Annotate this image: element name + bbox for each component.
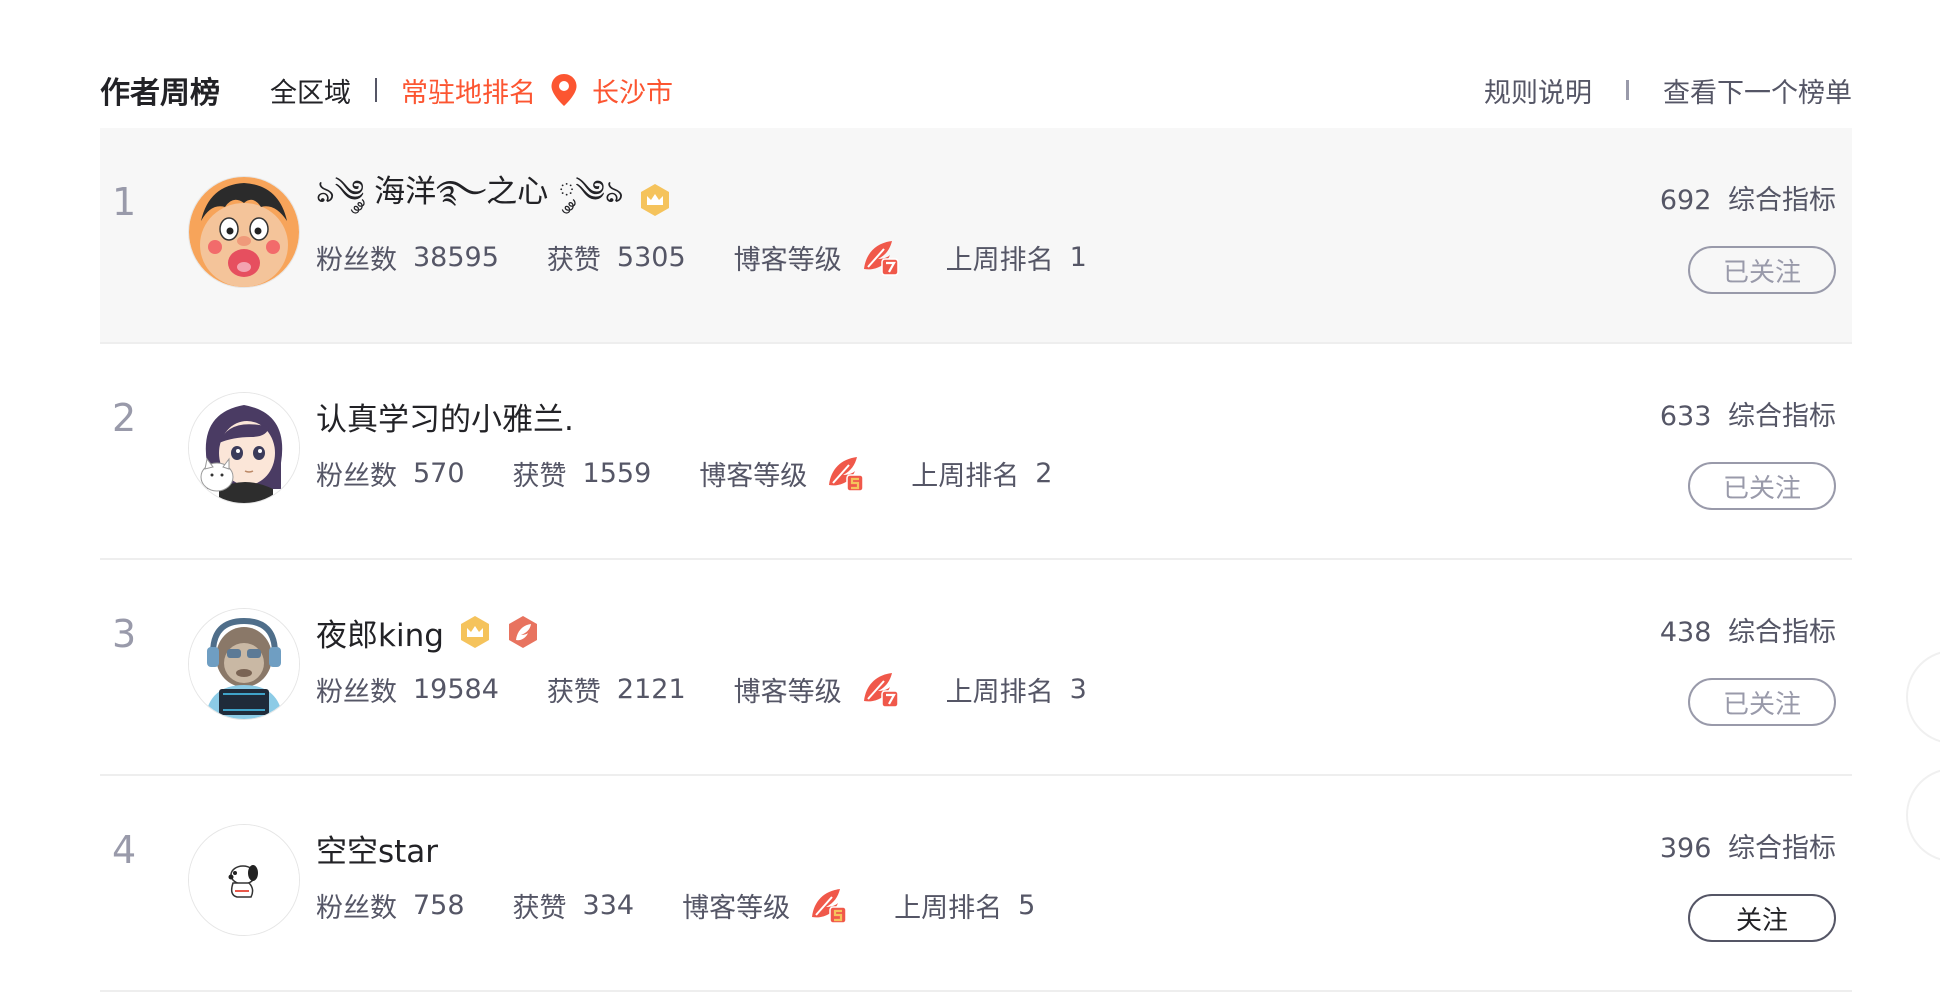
tab-divider — [375, 78, 377, 102]
author-name-line: ঌ༄༘ 海洋࿐之心 ༘༄ঌ — [316, 174, 672, 224]
likes-label: 获赞 — [546, 677, 601, 708]
author-name[interactable]: 空空star — [316, 826, 438, 871]
follow-button[interactable]: 已关注 — [1688, 246, 1836, 294]
score-value: 633 — [1659, 401, 1712, 432]
ranking-row: 1 ঌ༄༘ 海洋࿐之心 ༘༄ঌ 粉丝数 38595 获赞 5305 博客等级 上… — [100, 128, 1852, 344]
likes-label: 获赞 — [546, 245, 601, 276]
score-value: 438 — [1659, 617, 1712, 648]
likes-label: 获赞 — [512, 893, 567, 924]
ranking-row: 3 夜郎king 粉丝数 19584 获赞 2121 博客等级 上周排名 3 4… — [100, 560, 1852, 776]
author-stats: 粉丝数 38595 获赞 5305 博客等级 上周排名 1 — [316, 238, 1087, 277]
ranking-row: 4 空空star 粉丝数 758 获赞 334 博客等级 上周排名 5 396 … — [100, 776, 1852, 992]
avatar[interactable] — [188, 392, 300, 504]
last-week-rank-label: 上周排名 — [894, 893, 1003, 924]
rank-number: 3 — [112, 612, 137, 656]
fans-count: 570 — [413, 458, 465, 489]
score-label: 综合指标 — [1728, 617, 1836, 648]
score-value: 692 — [1659, 185, 1712, 216]
ranking-row: 2 认真学习的小雅兰. 粉丝数 570 获赞 1559 博客等级 上周排名 2 … — [100, 344, 1852, 560]
score: 633 综合指标 — [1660, 394, 1836, 433]
likes-count: 334 — [582, 890, 635, 921]
last-week-rank-label: 上周排名 — [945, 245, 1054, 276]
score-label: 综合指标 — [1728, 185, 1836, 216]
author-name-line: 认真学习的小雅兰. — [316, 392, 574, 440]
likes-label: 获赞 — [512, 461, 567, 492]
last-week-rank-value: 5 — [1018, 890, 1036, 921]
last-week-rank-label: 上周排名 — [945, 677, 1054, 708]
city-selector[interactable]: 长沙市 — [592, 71, 673, 110]
avatar[interactable] — [188, 608, 300, 720]
author-name[interactable]: 认真学习的小雅兰. — [316, 394, 574, 439]
blog-level-5-icon — [825, 455, 865, 493]
snoopy-avatar-icon — [189, 825, 299, 935]
last-week-rank-value: 3 — [1069, 674, 1087, 705]
rank-number: 4 — [112, 828, 137, 872]
rules-link[interactable]: 规则说明 — [1484, 71, 1592, 110]
crown-badge-icon — [638, 183, 672, 217]
tab-resident-ranking[interactable]: 常驻地排名 — [401, 71, 536, 110]
blog-level-7-icon — [860, 671, 900, 709]
likes-count: 2121 — [616, 674, 686, 705]
author-weekly-ranking-page: 作者周榜 全区域 常驻地排名 长沙市 规则说明 查看下一个榜单 1 ঌ༄༘ 海洋… — [0, 0, 1940, 1002]
rank-number: 1 — [112, 180, 137, 224]
likes-count: 5305 — [616, 242, 686, 273]
fans-count: 758 — [413, 890, 465, 921]
side-tool-button[interactable] — [1906, 768, 1940, 862]
link-divider — [1626, 80, 1629, 100]
score: 438 综合指标 — [1660, 610, 1836, 649]
cartoon-boy-avatar-icon — [189, 177, 299, 287]
author-stats: 粉丝数 758 获赞 334 博客等级 上周排名 5 — [316, 886, 1035, 925]
author-stats: 粉丝数 19584 获赞 2121 博客等级 上周排名 3 — [316, 670, 1087, 709]
follow-button[interactable]: 已关注 — [1688, 678, 1836, 726]
blog-level-label: 博客等级 — [699, 461, 808, 492]
author-name[interactable]: 夜郎king — [316, 610, 444, 655]
follow-button[interactable]: 关注 — [1688, 894, 1836, 942]
crown-badge-icon — [458, 615, 492, 649]
blog-level-7-icon — [860, 239, 900, 277]
blog-level-label: 博客等级 — [682, 893, 791, 924]
header-left: 作者周榜 全区域 常驻地排名 长沙市 — [100, 68, 673, 112]
avatar[interactable] — [188, 824, 300, 936]
tab-all-regions[interactable]: 全区域 — [270, 71, 351, 110]
fans-label: 粉丝数 — [316, 677, 397, 708]
score-value: 396 — [1659, 833, 1712, 864]
score-label: 综合指标 — [1728, 401, 1836, 432]
blog-level-5-icon — [808, 887, 848, 925]
blog-level-label: 博客等级 — [733, 677, 842, 708]
last-week-rank-value: 2 — [1035, 458, 1053, 489]
last-week-rank-value: 1 — [1069, 242, 1087, 273]
fans-count: 38595 — [413, 242, 499, 273]
author-stats: 粉丝数 570 获赞 1559 博客等级 上周排名 2 — [316, 454, 1052, 493]
author-name-line: 空空star — [316, 824, 438, 872]
follow-button[interactable]: 已关注 — [1688, 462, 1836, 510]
author-name[interactable]: ঌ༄༘ 海洋࿐之心 ༘༄ঌ — [316, 157, 624, 244]
anime-girl-cat-avatar-icon — [189, 393, 299, 503]
board-title: 作者周榜 — [100, 76, 220, 111]
fans-label: 粉丝数 — [316, 893, 397, 924]
ranking-header: 作者周榜 全区域 常驻地排名 长沙市 规则说明 查看下一个榜单 — [100, 60, 1852, 120]
avatar[interactable] — [188, 176, 300, 288]
fans-label: 粉丝数 — [316, 245, 397, 276]
side-tool-button[interactable] — [1906, 650, 1940, 744]
score: 692 综合指标 — [1660, 178, 1836, 217]
score: 396 综合指标 — [1660, 826, 1836, 865]
likes-count: 1559 — [582, 458, 652, 489]
feather-badge-icon — [506, 615, 540, 649]
fans-label: 粉丝数 — [316, 461, 397, 492]
location-pin-icon — [550, 73, 578, 107]
rank-number: 2 — [112, 396, 137, 440]
blog-level-label: 博客等级 — [733, 245, 842, 276]
last-week-rank-label: 上周排名 — [911, 461, 1020, 492]
score-label: 综合指标 — [1728, 833, 1836, 864]
author-name-line: 夜郎king — [316, 608, 540, 656]
header-right: 规则说明 查看下一个榜单 — [1484, 71, 1852, 110]
monkey-headphones-avatar-icon — [189, 609, 299, 719]
fans-count: 19584 — [413, 674, 499, 705]
ranking-list: 1 ঌ༄༘ 海洋࿐之心 ༘༄ঌ 粉丝数 38595 获赞 5305 博客等级 上… — [100, 128, 1852, 992]
next-board-link[interactable]: 查看下一个榜单 — [1663, 71, 1852, 110]
